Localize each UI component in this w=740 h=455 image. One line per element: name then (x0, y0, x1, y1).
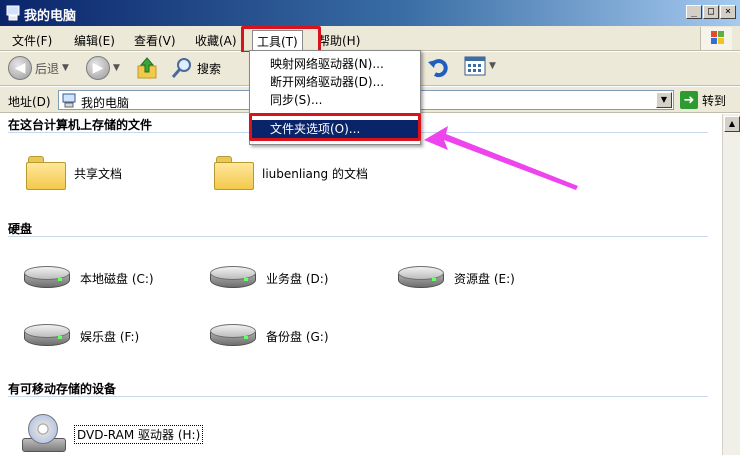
undo-icon (428, 59, 448, 78)
vertical-scrollbar[interactable]: ▲ (722, 114, 740, 455)
go-arrow-icon: ➜ (680, 91, 698, 109)
menu-item-synchronize[interactable]: 同步(S)... (250, 91, 420, 109)
menu-bar: 文件(F) 编辑(E) 查看(V) 收藏(A) 工具(T) 帮助(H) (0, 26, 740, 53)
back-button[interactable]: ◀ 后退 ▼ (8, 56, 69, 80)
folder-icon (26, 156, 66, 190)
minimize-button[interactable]: _ (686, 5, 702, 19)
item-label: DVD-RAM 驱动器 (H:) (74, 424, 204, 444)
section-divider (8, 396, 708, 397)
up-folder-icon (137, 57, 157, 79)
go-label: 转到 (702, 93, 727, 108)
dvd-drive-icon (22, 414, 66, 454)
hard-drive-icon (22, 322, 72, 350)
windows-flag-icon (711, 31, 724, 44)
windows-logo (700, 27, 732, 50)
search-icon (171, 58, 191, 78)
section-title-removable: 有可移动存储的设备 (8, 382, 117, 396)
scroll-up-arrow-icon[interactable]: ▲ (724, 116, 740, 132)
list-item[interactable]: 资源盘 (E:) (396, 264, 515, 292)
menu-help[interactable]: 帮助(H) (318, 32, 360, 49)
forward-dropdown-icon[interactable]: ▼ (113, 63, 120, 73)
list-item[interactable]: liubenliang 的文档 (214, 156, 368, 190)
menu-view[interactable]: 查看(V) (134, 32, 176, 49)
list-item[interactable]: 备份盘 (G:) (208, 322, 329, 350)
back-label: 后退 (35, 61, 60, 76)
address-value: 我的电脑 (81, 96, 130, 110)
back-arrow-icon: ◀ (8, 56, 32, 80)
title-bar: 我的电脑 _ □ × (0, 0, 740, 26)
list-item[interactable]: 共享文档 (26, 156, 122, 190)
menu-edit[interactable]: 编辑(E) (74, 32, 115, 49)
hard-drive-icon (208, 264, 258, 292)
my-computer-icon (62, 93, 76, 108)
address-dropdown-icon[interactable]: ▼ (656, 92, 672, 108)
maximize-button[interactable]: □ (703, 5, 719, 19)
go-button[interactable]: ➜ 转到 (680, 91, 726, 109)
list-item[interactable]: DVD-RAM 驱动器 (H:) (22, 414, 204, 454)
address-label: 地址(D) (8, 95, 51, 109)
item-label: liubenliang 的文档 (262, 166, 368, 181)
menu-item-disconnect-network-drive[interactable]: 断开网络驱动器(D)... (250, 73, 420, 91)
folder-icon (214, 156, 254, 190)
section-divider (8, 236, 708, 237)
section-title-files: 在这台计算机上存储的文件 (8, 118, 153, 132)
forward-button[interactable]: ▶ ▼ (86, 56, 120, 80)
content-pane: 在这台计算机上存储的文件 共享文档 liubenliang 的文档 硬盘 本地磁… (0, 114, 722, 455)
search-button[interactable]: 搜索 (170, 56, 221, 80)
menu-item-map-network-drive[interactable]: 映射网络驱动器(N)... (250, 55, 420, 73)
views-dropdown-icon[interactable]: ▼ (489, 61, 496, 71)
back-dropdown-icon[interactable]: ▼ (62, 63, 69, 73)
my-computer-icon (6, 5, 20, 21)
item-label: 业务盘 (D:) (266, 271, 329, 286)
window-title: 我的电脑 (24, 9, 77, 24)
search-label: 搜索 (197, 61, 222, 76)
list-item[interactable]: 本地磁盘 (C:) (22, 264, 154, 292)
folder-options-highlight-box (249, 113, 421, 141)
hard-drive-icon (208, 322, 258, 350)
list-item[interactable]: 娱乐盘 (F:) (22, 322, 139, 350)
item-label: 资源盘 (E:) (454, 271, 515, 286)
forward-arrow-icon: ▶ (86, 56, 110, 80)
menu-favorites[interactable]: 收藏(A) (195, 32, 237, 49)
item-label: 娱乐盘 (F:) (80, 329, 140, 344)
item-label: 备份盘 (G:) (266, 329, 329, 344)
undo-button[interactable] (427, 56, 451, 80)
hard-drive-icon (396, 264, 446, 292)
list-item[interactable]: 业务盘 (D:) (208, 264, 328, 292)
views-icon (464, 56, 486, 76)
item-label: 本地磁盘 (C:) (80, 271, 154, 286)
hard-drive-icon (22, 264, 72, 292)
views-button[interactable]: ▼ (464, 56, 496, 76)
section-title-hdd: 硬盘 (8, 222, 33, 236)
item-label: 共享文档 (74, 166, 123, 181)
close-button[interactable]: × (720, 5, 736, 19)
up-folder-button[interactable] (136, 56, 158, 80)
menu-file[interactable]: 文件(F) (12, 32, 52, 49)
